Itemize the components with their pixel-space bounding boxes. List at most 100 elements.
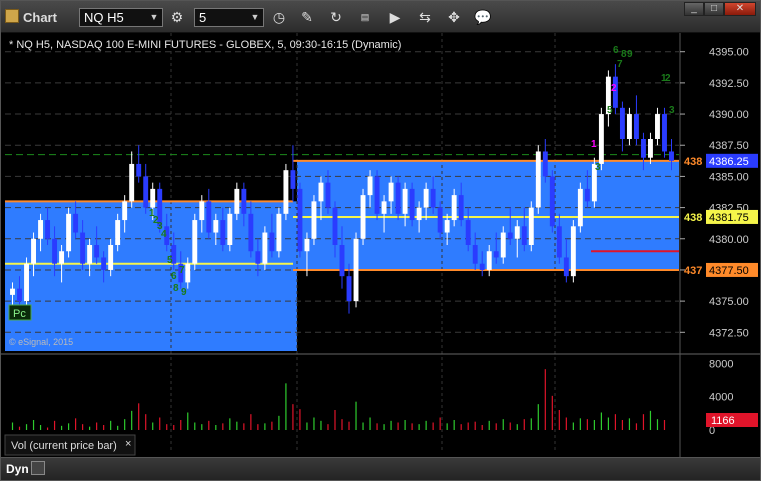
interval-combo[interactable]: 5 ▼ <box>194 8 264 27</box>
candle-body <box>619 107 625 139</box>
price-tick-label: 4395.00 <box>709 47 749 59</box>
td-count-label: 5 <box>607 105 613 116</box>
price-tick-label: 4390.00 <box>709 109 749 121</box>
candle-body <box>479 263 485 270</box>
dynamic-mode-label: Dyn <box>6 462 29 476</box>
mid-level-marker: 4381.75 <box>709 212 749 224</box>
minimize-button[interactable]: _ <box>684 2 704 16</box>
candle-body <box>570 226 576 277</box>
td-count-label: 3 <box>595 162 601 173</box>
clipped-level-label: 438 <box>684 156 702 168</box>
chart-header: * NQ H5, NASDAQ 100 E-MINI FUTURES - GLO… <box>9 39 401 51</box>
price-tick-label: 4372.50 <box>709 327 749 339</box>
candle-body <box>662 114 667 152</box>
candle-body <box>353 238 359 302</box>
candle-body <box>430 188 436 208</box>
study-icon[interactable]: ▤ <box>356 8 374 26</box>
volume-tick-label: 4000 <box>709 392 733 404</box>
candle-body <box>325 182 331 208</box>
candle-body <box>598 114 604 164</box>
settings-icon[interactable]: ⚙ <box>168 8 186 26</box>
bottom-bar: Dyn <box>1 457 760 480</box>
candle-body <box>500 232 506 258</box>
candle-body <box>115 220 121 245</box>
candle-body <box>339 245 345 277</box>
price-tick-label: 4385.00 <box>709 171 749 183</box>
watermark: © eSignal, 2015 <box>9 337 73 347</box>
candle-body <box>122 201 128 221</box>
candle-body <box>521 226 527 245</box>
td-count-label: 8 <box>173 283 179 294</box>
candle-body <box>297 188 303 252</box>
candle-body <box>241 188 247 214</box>
candle-body <box>73 213 79 233</box>
pencil-icon[interactable]: ✎ <box>298 8 316 26</box>
lock-icon[interactable] <box>31 461 45 475</box>
candle-body <box>542 151 548 177</box>
cursor-icon[interactable]: ✥ <box>445 8 463 26</box>
close-icon[interactable]: × <box>125 438 131 450</box>
candle-body <box>24 263 29 302</box>
candle-body <box>87 245 93 264</box>
candle-body <box>437 207 443 233</box>
chart-window: Chart NQ H5 ▼ ⚙ 5 ▼ ◷ ✎ ↻ ▤ ▶ ⇆ ✥ 💬 _ □ … <box>0 0 761 481</box>
candle-body <box>80 232 86 264</box>
close-button[interactable]: ✕ <box>724 2 756 16</box>
candle-body <box>535 151 541 208</box>
candle-body <box>472 245 478 264</box>
comment-icon[interactable]: 💬 <box>474 8 492 26</box>
candle-body <box>52 238 58 264</box>
td-count-label: 5 <box>167 255 173 266</box>
price-tick-label: 4387.50 <box>709 140 749 152</box>
candle-body <box>108 245 114 270</box>
candle-body <box>290 170 296 189</box>
candle-body <box>409 188 415 221</box>
candle-body <box>136 163 142 177</box>
candle-body <box>402 188 408 214</box>
clipped-level-label: 437 <box>684 265 702 277</box>
candle-body <box>59 251 65 264</box>
candle-body <box>318 182 324 202</box>
candle-body <box>669 151 674 161</box>
window-title: Chart <box>23 9 57 25</box>
symbol-combo[interactable]: NQ H5 ▼ <box>79 8 163 27</box>
candle-body <box>332 207 338 245</box>
candle-body <box>10 288 15 295</box>
candle-body <box>143 176 149 208</box>
chevron-down-icon[interactable]: ▼ <box>148 11 160 24</box>
candle-body <box>304 238 310 252</box>
candle-body <box>192 220 198 264</box>
candle-body <box>262 232 268 264</box>
play-icon[interactable]: ▶ <box>386 8 404 26</box>
maximize-button[interactable]: □ <box>704 2 724 16</box>
candle-body <box>206 201 212 233</box>
td-count-label: 6 <box>613 45 619 56</box>
candle-body <box>31 238 36 264</box>
td-count-label: 9 <box>181 287 187 298</box>
candle-body <box>17 288 22 302</box>
candle-body <box>367 176 373 196</box>
candle-body <box>255 251 261 264</box>
candle-body <box>227 213 233 245</box>
candle-body <box>38 220 44 239</box>
candle-body <box>269 232 275 252</box>
clipped-level-label: 438 <box>684 212 702 224</box>
candle-body <box>577 188 583 227</box>
price-tick-label: 4392.50 <box>709 78 749 90</box>
candle-body <box>199 201 205 221</box>
candle-body <box>626 114 632 139</box>
candle-body <box>395 182 401 214</box>
price-chart[interactable]: 4395.004392.504390.004387.504385.004382.… <box>1 33 761 457</box>
candle-body <box>514 226 520 239</box>
toolbar: Chart NQ H5 ▼ ⚙ 5 ▼ ◷ ✎ ↻ ▤ ▶ ⇆ ✥ 💬 _ □ … <box>1 1 760 33</box>
candle-body <box>416 207 422 221</box>
candle-body <box>556 226 562 258</box>
chevron-down-icon[interactable]: ▼ <box>249 11 261 24</box>
price-tick-label: 4375.00 <box>709 296 749 308</box>
timer-icon[interactable]: ◷ <box>270 8 288 26</box>
candle-body <box>655 114 660 139</box>
td-count-label: 2 <box>611 83 617 94</box>
refresh-icon[interactable]: ↻ <box>327 8 345 26</box>
scroll-icon[interactable]: ⇆ <box>416 8 434 26</box>
candle-body <box>101 257 107 270</box>
